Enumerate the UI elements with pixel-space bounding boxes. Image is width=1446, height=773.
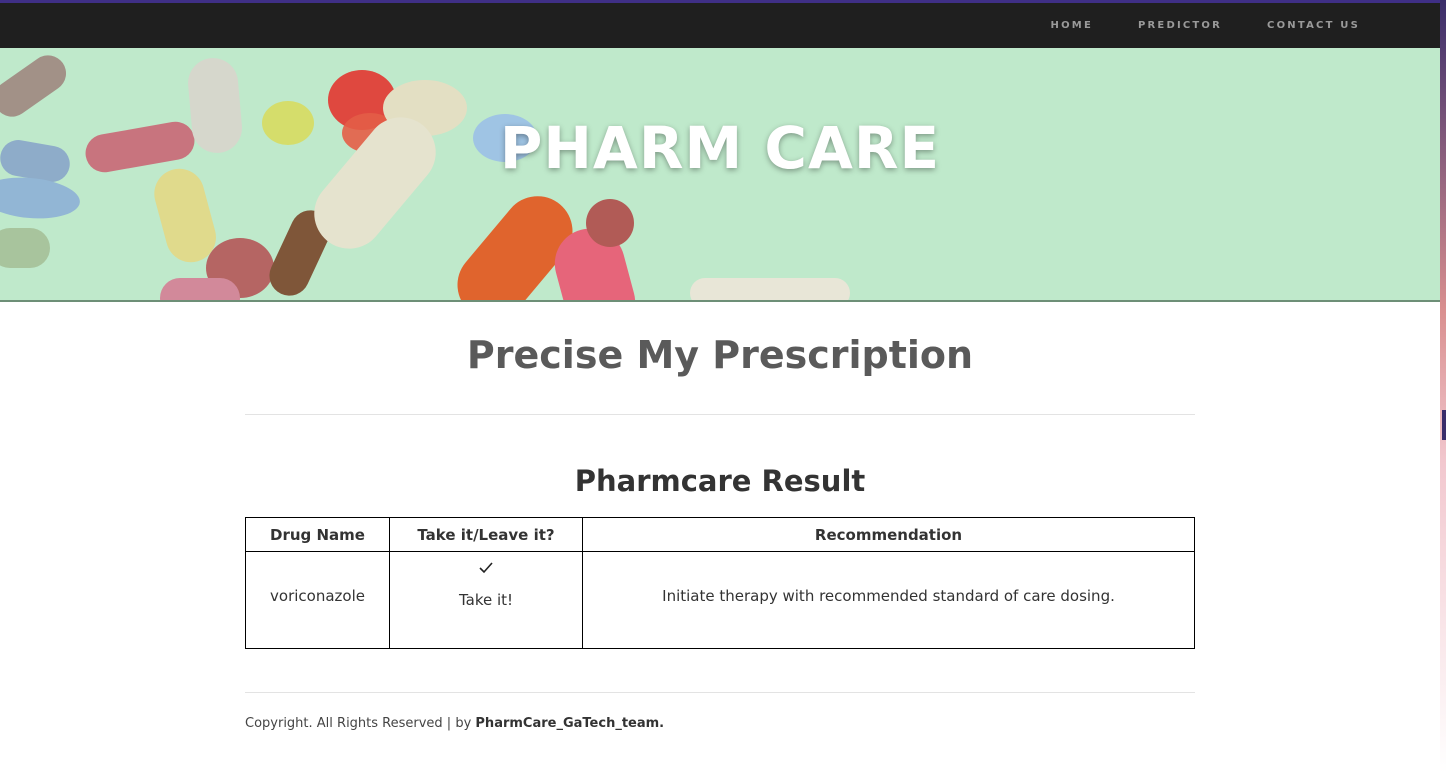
main-content: Precise My Prescription Pharmcare Result… [245, 302, 1195, 731]
result-table: Drug Name Take it/Leave it? Recommendati… [245, 517, 1195, 649]
adjacent-window-edge [1440, 0, 1446, 773]
adjacent-window-mark [1442, 410, 1446, 440]
page: HOME PREDICTOR CONTACT US PHARM CARE Pre… [0, 0, 1446, 773]
checkmark-icon [391, 553, 581, 581]
top-divider [245, 414, 1195, 415]
header-drug-name: Drug Name [245, 517, 390, 552]
table-header-row: Drug Name Take it/Leave it? Recommendati… [245, 517, 1195, 552]
copyright-text: Copyright. All Rights Reserved | by [245, 716, 476, 731]
footer: Copyright. All Rights Reserved | by Phar… [245, 716, 1195, 731]
table-row: voriconazole Take it! Initiate therapy w… [245, 551, 1195, 649]
main-nav: HOME PREDICTOR CONTACT US [1051, 3, 1360, 48]
recommendation-text: Initiate therapy with recommended standa… [662, 587, 1115, 605]
footer-divider [245, 692, 1195, 693]
hero-banner: PHARM CARE [0, 48, 1440, 302]
nav-contact-link[interactable]: CONTACT US [1267, 20, 1360, 31]
header-take-leave: Take it/Leave it? [389, 517, 583, 552]
recommendation-cell: Initiate therapy with recommended standa… [582, 551, 1195, 649]
nav-home-link[interactable]: HOME [1051, 20, 1093, 31]
header-recommendation: Recommendation [582, 517, 1195, 552]
result-heading: Pharmcare Result [574, 464, 866, 498]
drug-name-text: voriconazole [270, 587, 365, 605]
drug-name-cell: voriconazole [245, 551, 390, 649]
site-title: PHARM CARE [499, 114, 941, 182]
team-name: PharmCare_GaTech_team. [475, 716, 665, 731]
top-navbar: HOME PREDICTOR CONTACT US [0, 0, 1440, 48]
nav-predictor-link[interactable]: PREDICTOR [1138, 20, 1222, 31]
decision-cell: Take it! [389, 551, 583, 649]
decision-text: Take it! [458, 591, 514, 609]
page-heading: Precise My Prescription [466, 333, 974, 377]
